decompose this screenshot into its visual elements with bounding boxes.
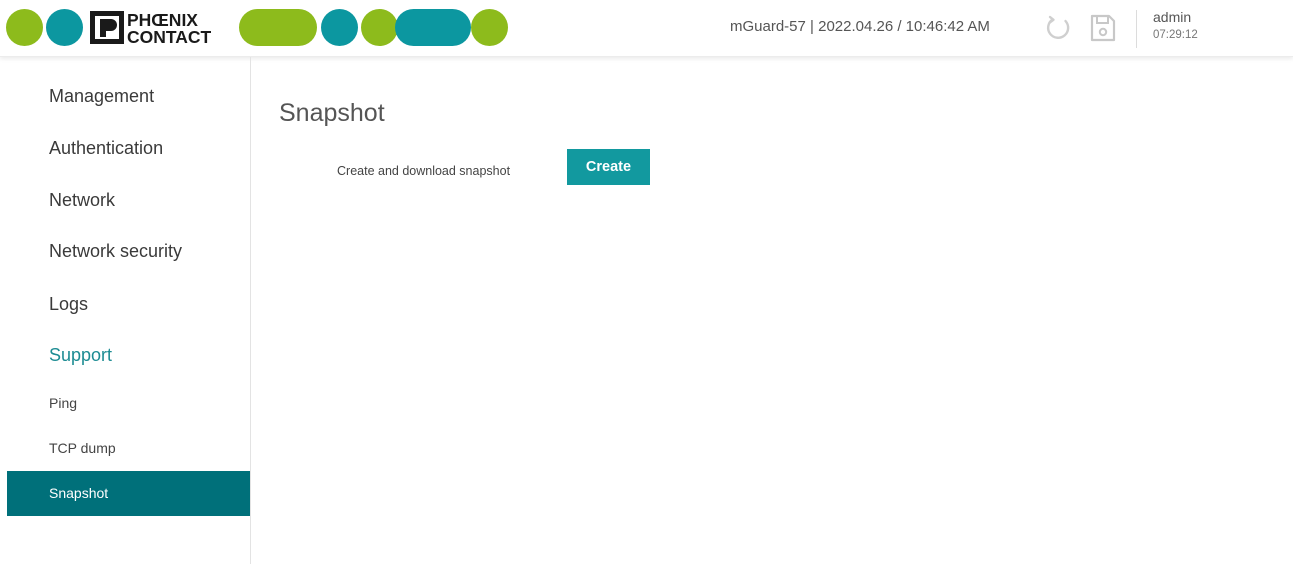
user-block[interactable]: admin 07:29:12 bbox=[1153, 9, 1198, 44]
page-title: Snapshot bbox=[279, 99, 385, 127]
create-button[interactable]: Create bbox=[567, 149, 650, 185]
logo-dot-green bbox=[6, 9, 43, 46]
phoenix-contact-logo[interactable]: PHŒNIX CONTACT bbox=[6, 9, 516, 46]
logo-dot-green-3 bbox=[471, 9, 508, 46]
logo-graphic: PHŒNIX CONTACT bbox=[6, 9, 508, 46]
reload-icon[interactable] bbox=[1044, 14, 1072, 42]
sidebar-subitem-snapshot[interactable]: Snapshot bbox=[7, 471, 250, 516]
sidebar: Management Authentication Network Networ… bbox=[0, 57, 251, 564]
logo-dot-teal bbox=[46, 9, 83, 46]
sidebar-subitem-tcp-dump[interactable]: TCP dump bbox=[49, 440, 116, 456]
snapshot-field-label: Create and download snapshot bbox=[337, 164, 511, 178]
save-icon[interactable] bbox=[1089, 13, 1117, 43]
logo-text-line2: CONTACT bbox=[127, 27, 212, 46]
sidebar-item-network-security[interactable]: Network security bbox=[49, 241, 182, 262]
logo-dot-teal-2 bbox=[321, 9, 358, 46]
logo-dot-green-2 bbox=[361, 9, 398, 46]
user-name[interactable]: admin bbox=[1153, 9, 1198, 25]
top-header: PHŒNIX CONTACT mGuard-57 | 2022.04.26 / … bbox=[0, 0, 1293, 57]
sidebar-item-network[interactable]: Network bbox=[49, 190, 115, 211]
sidebar-item-support[interactable]: Support bbox=[49, 345, 112, 366]
header-divider bbox=[1136, 10, 1137, 48]
sidebar-item-management[interactable]: Management bbox=[49, 86, 154, 107]
sidebar-item-authentication[interactable]: Authentication bbox=[49, 138, 163, 159]
device-info: mGuard-57 | 2022.04.26 / 10:46:42 AM bbox=[730, 18, 990, 35]
logo-pill-teal bbox=[395, 9, 471, 46]
session-timer: 07:29:12 bbox=[1153, 29, 1198, 41]
sidebar-item-logs[interactable]: Logs bbox=[49, 294, 88, 315]
sidebar-subitem-ping[interactable]: Ping bbox=[49, 395, 77, 411]
logo-pill-green bbox=[239, 9, 317, 46]
